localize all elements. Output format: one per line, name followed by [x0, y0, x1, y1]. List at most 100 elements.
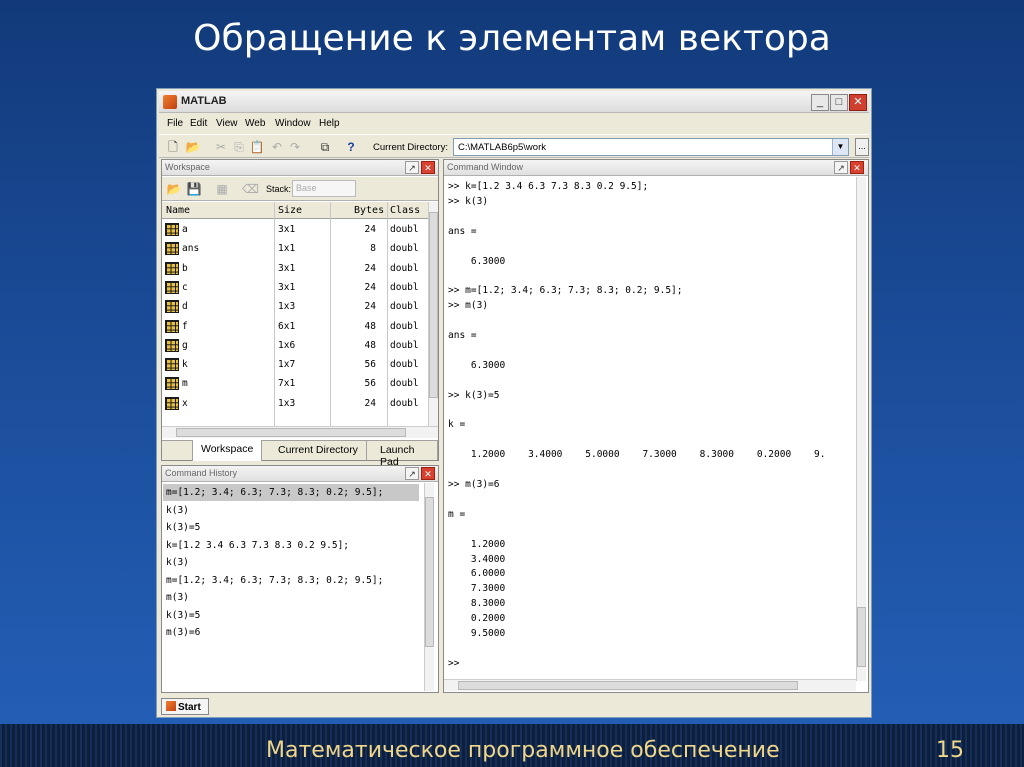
column-bytes[interactable]: Bytes — [354, 205, 384, 216]
var-bytes: 48 — [364, 339, 376, 351]
close-button[interactable]: ✕ — [849, 94, 867, 111]
var-name: ans — [182, 243, 200, 255]
history-vscrollbar[interactable] — [424, 483, 434, 691]
table-row[interactable]: f 6x1 48 doubl — [162, 317, 428, 336]
copy-icon[interactable]: ⎘ — [231, 139, 247, 155]
import-icon[interactable]: ▦ — [214, 181, 230, 197]
maximize-button[interactable]: □ — [830, 94, 848, 111]
scroll-thumb[interactable] — [429, 212, 438, 398]
table-row[interactable]: m 7x1 56 doubl — [162, 374, 428, 393]
table-row[interactable]: d 1x3 24 doubl — [162, 297, 428, 316]
column-name[interactable]: Name — [166, 205, 190, 216]
var-class: doubl — [390, 301, 419, 313]
simulink-icon[interactable]: ⧉ — [317, 139, 333, 155]
command-line: >> m(3) — [448, 300, 489, 312]
menu-file[interactable]: File — [167, 118, 183, 129]
redo-icon[interactable]: ↷ — [287, 139, 303, 155]
var-bytes: 24 — [364, 262, 376, 274]
footer-text: Математическое программное обеспечение — [266, 738, 780, 763]
var-size: 3x1 — [278, 262, 296, 274]
menu-view[interactable]: View — [216, 118, 238, 129]
var-class: doubl — [390, 262, 419, 274]
menu-web[interactable]: Web — [245, 118, 265, 129]
menu-help[interactable]: Help — [319, 118, 340, 129]
scroll-thumb[interactable] — [857, 607, 866, 667]
history-item[interactable]: m=[1.2; 3.4; 6.3; 7.3; 8.3; 0.2; 9.5]; — [166, 575, 383, 586]
var-name: b — [182, 262, 188, 274]
save-icon[interactable]: 💾 — [186, 181, 202, 197]
command-history-panel: Command History ↗ ✕ m=[1.2; 3.4; 6.3; 7.… — [161, 465, 439, 693]
var-bytes: 24 — [364, 397, 376, 409]
tab-launch-pad[interactable]: Launch Pad — [372, 441, 438, 468]
history-item[interactable]: k(3) — [166, 557, 189, 568]
table-row[interactable]: ans 1x1 8 doubl — [162, 239, 428, 258]
cut-icon[interactable]: ✂ — [213, 139, 229, 155]
undock-icon[interactable]: ↗ — [405, 161, 419, 174]
scroll-thumb[interactable] — [458, 681, 798, 690]
new-file-icon[interactable]: 🗋 — [165, 139, 181, 155]
open-folder-icon[interactable]: 📂 — [185, 139, 201, 155]
matrix-icon — [165, 242, 179, 256]
var-class: doubl — [390, 339, 419, 351]
command-line: >> — [448, 657, 460, 669]
close-panel-icon[interactable]: ✕ — [850, 161, 864, 174]
history-item[interactable]: k(3)=5 — [166, 610, 200, 621]
var-name: g — [182, 339, 188, 351]
menu-edit[interactable]: Edit — [190, 118, 207, 129]
browse-button[interactable]: ... — [855, 138, 869, 156]
command-line: >> k(3)=5 — [448, 389, 500, 401]
table-row[interactable]: c 3x1 24 doubl — [162, 278, 428, 297]
stack-select[interactable]: Base — [292, 180, 356, 197]
main-toolbar: 🗋 📂 ✂ ⎘ 📋 ↶ ↷ ⧉ ? Current Directory: C:\… — [159, 134, 869, 158]
close-panel-icon[interactable]: ✕ — [421, 467, 435, 480]
chevron-down-icon[interactable]: ▼ — [832, 139, 848, 155]
start-button[interactable]: Start — [161, 698, 209, 715]
matrix-icon — [165, 396, 179, 410]
var-class: doubl — [390, 320, 419, 332]
history-item[interactable]: m(3)=6 — [166, 627, 200, 638]
history-item[interactable]: m(3) — [166, 592, 189, 603]
command-line: >> k=[1.2 3.4 6.3 7.3 8.3 0.2 9.5]; — [448, 181, 649, 192]
undo-icon[interactable]: ↶ — [269, 139, 285, 155]
var-size: 6x1 — [278, 320, 296, 332]
scroll-thumb[interactable] — [425, 497, 434, 647]
scroll-thumb[interactable] — [176, 428, 406, 437]
title-bar[interactable]: MATLAB _ □ ✕ — [159, 91, 869, 113]
command-vscrollbar[interactable] — [856, 177, 866, 681]
column-size[interactable]: Size — [278, 205, 302, 216]
table-row[interactable]: x 1x3 24 doubl — [162, 394, 428, 413]
current-directory-field[interactable]: C:\MATLAB6p5\work ▼ — [453, 138, 849, 156]
menu-window[interactable]: Window — [275, 118, 311, 129]
command-hscrollbar[interactable] — [444, 679, 856, 691]
table-row[interactable]: k 1x7 56 doubl — [162, 355, 428, 374]
workspace-toolbar: 📂 💾 ▦ ⌫ Stack: Base — [162, 177, 438, 201]
var-name: f — [182, 320, 188, 332]
table-row[interactable]: b 3x1 24 doubl — [162, 259, 428, 278]
column-class[interactable]: Class — [390, 205, 420, 216]
open-folder-icon[interactable]: 📂 — [166, 181, 182, 197]
var-size: 7x1 — [278, 378, 296, 390]
history-item[interactable]: m=[1.2; 3.4; 6.3; 7.3; 8.3; 0.2; 9.5]; — [166, 487, 383, 498]
table-row[interactable]: a 3x1 24 doubl — [162, 220, 428, 239]
history-item[interactable]: k(3)=5 — [166, 522, 200, 533]
history-item[interactable]: k(3) — [166, 505, 189, 516]
delete-icon[interactable]: ⌫ — [242, 181, 259, 197]
command-line: 6.0000 — [448, 568, 506, 580]
var-size: 1x7 — [278, 359, 296, 371]
start-label: Start — [178, 702, 201, 713]
tab-current-directory[interactable]: Current Directory — [270, 441, 367, 460]
close-panel-icon[interactable]: ✕ — [421, 161, 435, 174]
paste-icon[interactable]: 📋 — [249, 139, 265, 155]
workspace-hscrollbar[interactable] — [162, 426, 438, 438]
matlab-logo-icon — [163, 95, 177, 109]
workspace-header: Workspace ↗ ✕ — [162, 160, 438, 176]
minimize-button[interactable]: _ — [811, 94, 829, 111]
history-item[interactable]: k=[1.2 3.4 6.3 7.3 8.3 0.2 9.5]; — [166, 540, 349, 551]
workspace-vscrollbar[interactable] — [428, 202, 438, 426]
help-icon[interactable]: ? — [343, 139, 359, 155]
table-row[interactable]: g 1x6 48 doubl — [162, 336, 428, 355]
tab-workspace[interactable]: Workspace — [192, 440, 263, 461]
command-window-header: Command Window ↗ ✕ — [444, 160, 868, 176]
undock-icon[interactable]: ↗ — [834, 161, 848, 174]
undock-icon[interactable]: ↗ — [405, 467, 419, 480]
